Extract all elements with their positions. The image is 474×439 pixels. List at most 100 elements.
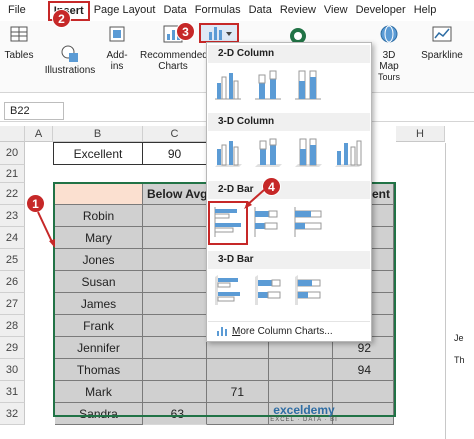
column-header-h[interactable]: H	[396, 126, 445, 142]
sparklines-button[interactable]: Sparkline	[414, 23, 470, 61]
row-header-28[interactable]: 28	[0, 315, 25, 337]
3d-stacked-bar-option[interactable]	[253, 273, 283, 307]
3d-100-stacked-bar-option[interactable]	[293, 273, 323, 307]
3d-column-option[interactable]	[333, 135, 363, 169]
watermark-name: exceldemy	[273, 403, 335, 417]
row-header-20[interactable]: 20	[0, 142, 25, 165]
tab-data-2[interactable]: Data	[245, 0, 276, 21]
cell-c27[interactable]	[143, 293, 207, 315]
cell-c20[interactable]: 90	[143, 142, 207, 165]
cell-b28[interactable]: Frank	[55, 315, 143, 337]
cell-c24[interactable]	[143, 227, 207, 249]
row-header-21[interactable]: 21	[0, 165, 25, 183]
cell-g30[interactable]: 94	[333, 359, 394, 381]
cell-c29[interactable]	[143, 337, 207, 359]
row-header-27[interactable]: 27	[0, 293, 25, 315]
cell-d29[interactable]	[207, 342, 269, 359]
tab-page-layout[interactable]: Page Layout	[90, 0, 160, 21]
cell-b23[interactable]: Robin	[55, 205, 143, 227]
column-chart-button[interactable]	[199, 23, 239, 43]
tab-formulas[interactable]: Formulas	[191, 0, 245, 21]
3d-clustered-column-option[interactable]	[213, 135, 243, 169]
tab-view[interactable]: View	[320, 0, 352, 21]
cell-g28[interactable]	[372, 315, 394, 337]
cell-d30[interactable]	[207, 359, 269, 381]
cell-b24[interactable]: Mary	[55, 227, 143, 249]
clustered-column-option[interactable]	[213, 67, 243, 101]
cell-c32[interactable]: 63	[143, 403, 207, 425]
row-header-25[interactable]: 25	[0, 249, 25, 271]
row-header-30[interactable]: 30	[0, 359, 25, 381]
row-header-24[interactable]: 24	[0, 227, 25, 249]
recommended-label-2: Charts	[158, 61, 188, 72]
row-header-23[interactable]: 23	[0, 205, 25, 227]
side-panel-text-2: Th	[454, 355, 465, 365]
cell-b25[interactable]: Jones	[55, 249, 143, 271]
cell-c25[interactable]	[143, 249, 207, 271]
row-header-22[interactable]: 22	[0, 183, 25, 205]
cell-c30[interactable]	[143, 359, 207, 381]
illustrations-button[interactable]: Illustrations	[44, 43, 96, 76]
cell-g24[interactable]	[372, 227, 394, 249]
table-icon	[10, 26, 28, 42]
cell-c28[interactable]	[143, 315, 207, 337]
addins-button[interactable]: Add- ins	[102, 23, 132, 72]
cell-g26[interactable]	[372, 271, 394, 293]
3d-map-label-1: 3D	[382, 50, 396, 61]
3d-clustered-bar-option[interactable]	[213, 273, 243, 307]
cell-g22[interactable]: ent	[372, 183, 394, 205]
clustered-bar-option[interactable]	[213, 205, 243, 239]
more-column-charts-link[interactable]: More Column Charts...	[208, 321, 370, 341]
recommended-charts-button[interactable]: Recommended Charts	[140, 23, 208, 72]
cell-c23[interactable]	[143, 205, 207, 227]
3d-map-label-3: Tours	[377, 72, 400, 82]
tab-help[interactable]: Help	[410, 0, 441, 21]
sparkline-icon	[432, 26, 452, 42]
column-header-a[interactable]: A	[25, 126, 53, 142]
tables-button[interactable]: Tables	[4, 23, 34, 61]
3d-stacked-column-option[interactable]	[253, 135, 283, 169]
recommended-label-1: Recommended	[140, 50, 208, 61]
row-header-26[interactable]: 26	[0, 271, 25, 293]
cell-f31[interactable]	[333, 381, 394, 403]
cell-b31[interactable]: Mark	[55, 381, 143, 403]
cell-b29[interactable]: Jennifer	[55, 337, 143, 359]
cell-g27[interactable]	[372, 293, 394, 315]
column-header-b[interactable]: B	[53, 126, 143, 142]
cell-b32[interactable]: Sandra	[55, 403, 143, 425]
stacked-column-option[interactable]	[253, 67, 283, 101]
3d-map-button[interactable]: 3D Map Tours	[374, 23, 404, 82]
cell-b27[interactable]: James	[55, 293, 143, 315]
more-column-charts-label: ore Column Charts...	[240, 326, 333, 337]
cell-c26[interactable]	[143, 271, 207, 293]
cell-g25[interactable]	[372, 249, 394, 271]
cell-c22[interactable]: Below Avg	[143, 183, 207, 205]
column-chart-icon	[209, 27, 232, 40]
100-stacked-column-option[interactable]	[293, 67, 323, 101]
tab-data[interactable]: Data	[159, 0, 190, 21]
addins-label-2: ins	[110, 61, 124, 72]
tab-file[interactable]: File	[0, 0, 30, 21]
name-box[interactable]: B22	[4, 102, 64, 120]
cell-g23[interactable]	[372, 205, 394, 227]
cell-e31[interactable]	[269, 381, 333, 403]
cell-c31[interactable]	[143, 381, 207, 403]
cell-e30[interactable]	[269, 359, 333, 381]
tables-label: Tables	[4, 50, 34, 61]
select-all-corner[interactable]	[0, 126, 25, 142]
cell-b30[interactable]: Thomas	[55, 359, 143, 381]
cell-d31[interactable]: 71	[207, 381, 269, 403]
cell-b22[interactable]	[55, 183, 143, 205]
100-stacked-bar-option[interactable]	[293, 205, 323, 239]
row-header-31[interactable]: 31	[0, 381, 25, 403]
3d-100-stacked-column-option[interactable]	[293, 135, 323, 169]
row-header-29[interactable]: 29	[0, 337, 25, 359]
column-header-c[interactable]: C	[143, 126, 207, 142]
tab-developer[interactable]: Developer	[352, 0, 410, 21]
step-badge-3: 3	[176, 22, 195, 41]
cell-e29[interactable]	[269, 342, 333, 359]
tab-review[interactable]: Review	[276, 0, 320, 21]
cell-b26[interactable]: Susan	[55, 271, 143, 293]
cell-b20[interactable]: Excellent	[53, 142, 143, 165]
row-header-32[interactable]: 32	[0, 403, 25, 425]
